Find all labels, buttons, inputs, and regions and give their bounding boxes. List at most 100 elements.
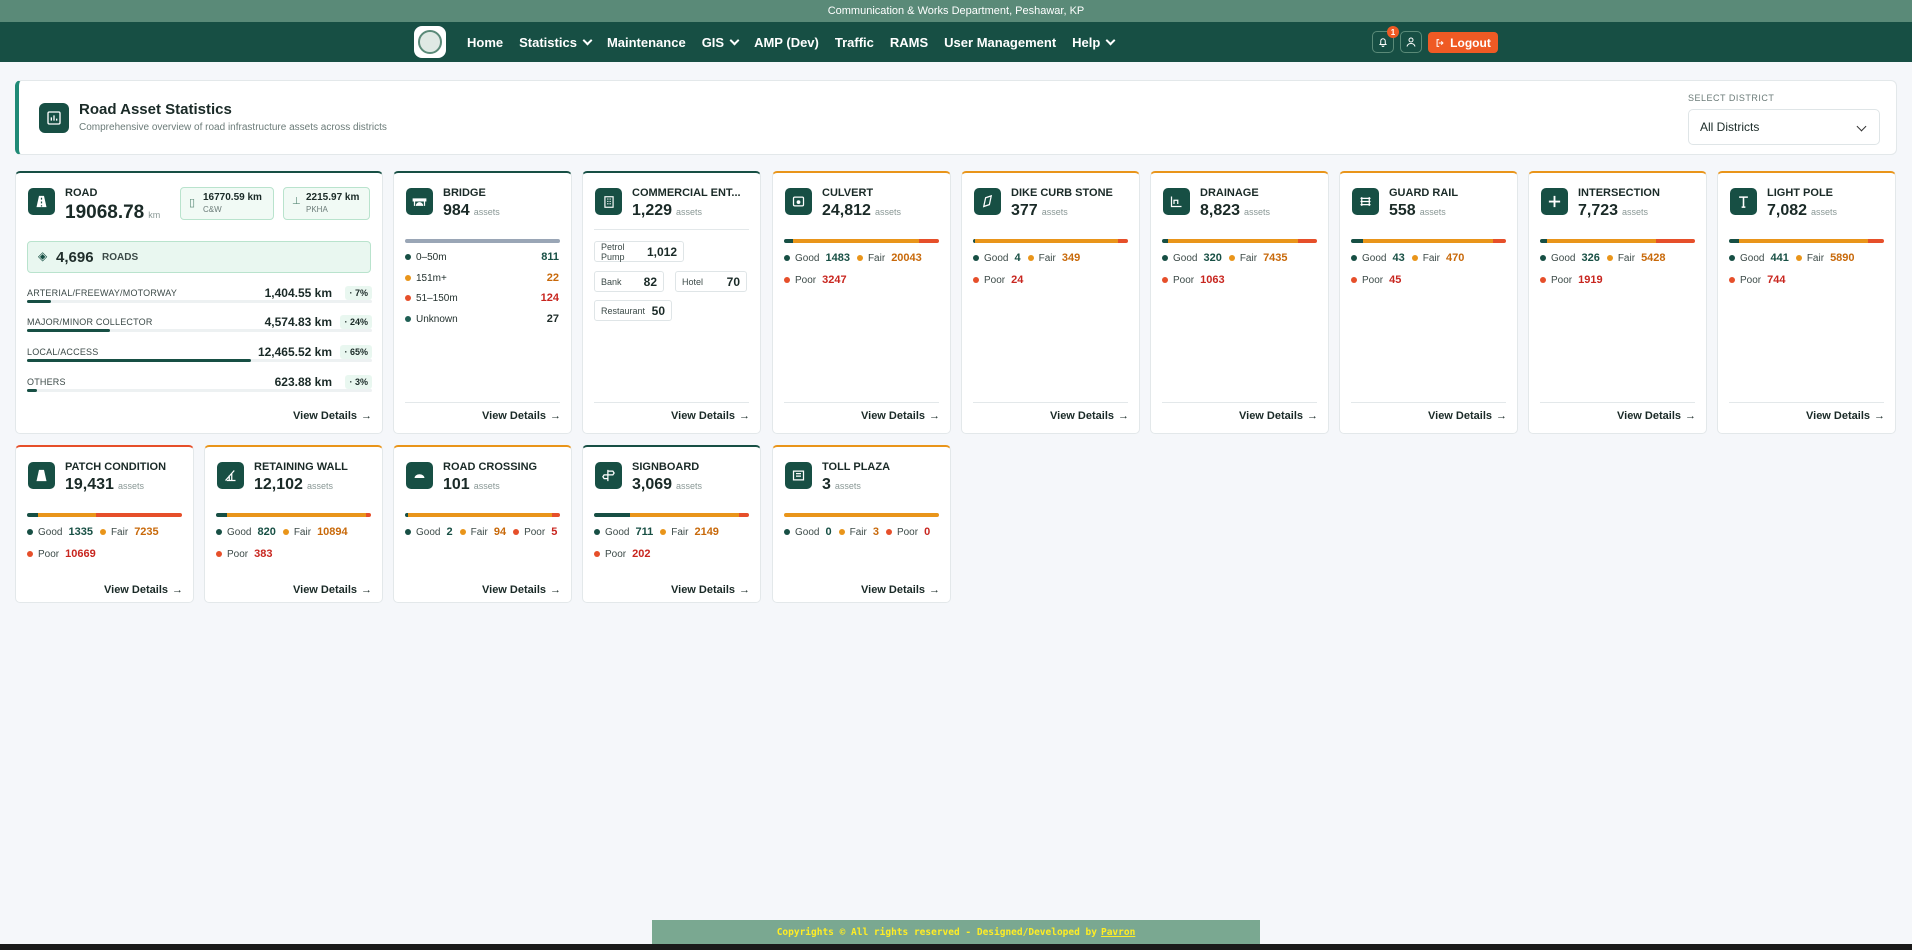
view-details-link[interactable]: View Details → [293,584,372,596]
arrow-right-icon: → [1307,410,1318,422]
patch-icon [28,462,55,489]
nav-gis[interactable]: GIS [702,35,740,50]
road-class-bar [27,300,52,303]
condition-bar [973,239,1128,243]
commercial-type: Hotel 70 [675,271,747,292]
asset-count: 12,102 assets [254,476,333,493]
bell-icon [1379,38,1387,47]
asset-count: 984 assets [443,202,500,219]
commercial-card: COMMERCIAL ENT... 1,229 assets Petrol Pum… [582,171,761,434]
asset-count: 3 assets [822,476,861,493]
condition-legend-poor: Poor 202 [594,548,657,560]
road-class-bar [27,389,38,392]
bridge-icon [406,188,433,215]
nav-user-management[interactable]: User Management [944,35,1056,50]
nav-statistics[interactable]: Statistics [519,35,593,50]
condition-bar [27,513,182,517]
department-logo[interactable] [414,26,446,58]
card-title: CULVERT [822,187,874,199]
pole-icon [1730,188,1757,215]
arrow-right-icon: → [929,410,940,422]
asset-count: 101 assets [443,476,500,493]
page-title: Road Asset Statistics [79,101,232,118]
condition-legend-poor: Poor 1063 [1162,274,1232,286]
condition-bar [216,513,371,517]
chevron-down-icon [1856,121,1867,132]
bridge-row: 151m+ 22 [405,272,559,284]
arrow-right-icon: → [1496,410,1507,422]
developer-link[interactable]: Pavron [1101,927,1135,938]
notifications-button[interactable]: 1 [1372,26,1399,53]
profile-button[interactable] [1400,31,1422,53]
commercial-type: Bank 82 [594,271,664,292]
card-title: TOLL PLAZA [822,461,891,473]
card-title: SIGNBOARD [632,461,700,473]
view-details-link[interactable]: View Details → [861,410,940,422]
asset-count: 7,723 assets [1578,202,1649,219]
commercial-type: Petrol Pump 1,012 [594,241,684,262]
commercial-type: Restaurant 50 [594,300,672,321]
view-details-link[interactable]: View Details → [671,584,750,596]
chevron-down-icon [1105,35,1116,45]
district-select[interactable]: All Districts [1688,109,1880,145]
top-banner: Communication & Works Department, Peshaw… [0,0,1912,22]
nav-maintenance[interactable]: Maintenance [607,35,686,50]
arrow-right-icon: → [361,410,372,422]
arrow-right-icon: → [1685,410,1696,422]
road-class-bar [27,359,252,362]
view-details-link[interactable]: View Details → [1239,410,1318,422]
signboard-card: SIGNBOARD 3,069 assets Good 711 Fair 2149 P… [582,445,761,603]
view-details-link[interactable]: View Details → [1050,410,1129,422]
plus-icon [1541,188,1568,215]
toll-plaza-card: TOLL PLAZA 3 assets Good 0 Fair 3 Poor 0 Vie… [772,445,951,603]
condition-legend: Good 320 Fair 7435 [1162,252,1295,264]
condition-bar [1540,239,1695,243]
condition-legend-poor: Poor 744 [1729,274,1792,286]
condition-bar [1162,239,1317,243]
drain-icon [1163,188,1190,215]
card-title: DRAINAGE [1200,187,1259,199]
view-details-link[interactable]: View Details → [482,410,561,422]
condition-legend-poor: Poor 1919 [1540,274,1610,286]
view-details-link[interactable]: View Details → [861,584,940,596]
condition-bar [784,239,939,243]
card-title: LIGHT POLE [1767,187,1833,199]
retaining-wall-card: RETAINING WALL 12,102 assets Good 820 Fair… [204,445,383,603]
nav-menu: Home Statistics Maintenance GIS AMP (Dev… [467,22,1130,62]
view-details-link[interactable]: View Details → [1806,410,1885,422]
view-details-link[interactable]: View Details → [293,410,372,422]
condition-legend-poor: Poor 24 [973,274,1030,286]
arrow-right-icon: → [1874,410,1885,422]
nav-rams[interactable]: RAMS [890,35,928,50]
view-details-link[interactable]: View Details → [482,584,561,596]
condition-legend: Good 326 Fair 5428 [1540,252,1673,264]
card-title: PATCH CONDITION [65,461,167,473]
arrow-right-icon: → [172,584,183,596]
navbar: Home Statistics Maintenance GIS AMP (Dev… [0,22,1912,62]
logout-button[interactable]: Logout [1428,32,1498,53]
arrow-right-icon: → [739,410,750,422]
nav-traffic[interactable]: Traffic [835,35,874,50]
nav-amp[interactable]: AMP (Dev) [754,35,819,50]
view-details-link[interactable]: View Details → [1428,410,1507,422]
road-card: ROAD 19068.78 km ▯ 16770.59 km C&W ⊥ 2215… [15,171,383,434]
roads-count: 4,696 [56,249,94,266]
view-details-link[interactable]: View Details → [671,410,750,422]
toll-icon [785,462,812,489]
asset-count: 8,823 assets [1200,202,1271,219]
view-details-link[interactable]: View Details → [104,584,183,596]
asset-count: 19,431 assets [65,476,144,493]
arrow-right-icon: → [1118,410,1129,422]
cross-icon [406,462,433,489]
condition-bar [405,513,560,517]
view-details-link[interactable]: View Details → [1617,410,1696,422]
nav-help[interactable]: Help [1072,35,1116,50]
condition-legend-poor: Poor 45 [1351,274,1408,286]
pkha-length-box: ⊥ 2215.97 km PKHA [283,187,370,220]
nav-home[interactable]: Home [467,35,503,50]
condition-legend: Good 820 Fair 10894 [216,526,355,538]
card-title: ROAD [65,187,98,199]
card-title: BRIDGE [443,187,486,199]
arrow-right-icon: → [929,584,940,596]
arrow-right-icon: → [550,410,561,422]
